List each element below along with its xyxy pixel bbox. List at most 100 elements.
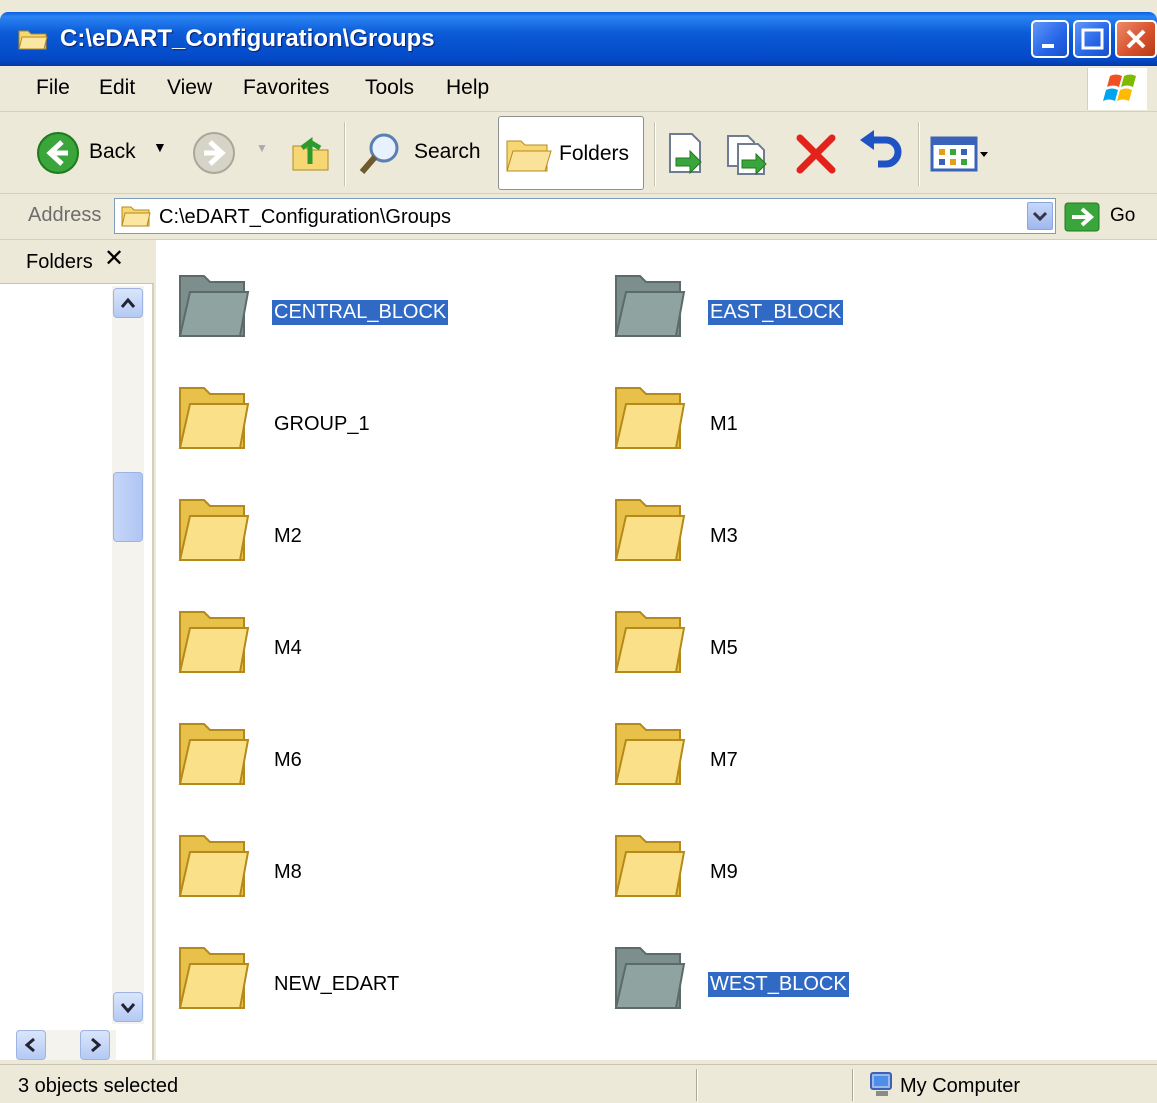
- up-folder-icon[interactable]: [290, 130, 332, 178]
- window-title: C:\eDART_Configuration\Groups: [60, 25, 435, 52]
- toolbar: Back ▼ ▼ Search Folders: [0, 112, 1157, 194]
- toolbar-separator: [344, 122, 346, 186]
- status-divider: [696, 1069, 698, 1101]
- folders-icon: [505, 133, 553, 179]
- folder-label: M2: [274, 525, 302, 547]
- search-icon[interactable]: [356, 128, 406, 182]
- folder-icon: [612, 490, 688, 570]
- title-bar[interactable]: C:\eDART_Configuration\Groups: [0, 12, 1157, 66]
- maximize-button[interactable]: [1073, 20, 1111, 58]
- my-computer-icon: [868, 1071, 896, 1103]
- address-dropdown-button[interactable]: [1027, 202, 1053, 230]
- folder-label: EAST_BLOCK: [708, 300, 844, 325]
- menu-favorites[interactable]: Favorites: [243, 76, 329, 100]
- menu-tools[interactable]: Tools: [365, 76, 414, 100]
- folder-icon: [176, 378, 252, 458]
- scroll-left-button[interactable]: [16, 1030, 46, 1060]
- delete-icon[interactable]: [794, 132, 838, 180]
- scroll-thumb[interactable]: [113, 472, 143, 542]
- folder-item[interactable]: GROUP_1: [176, 378, 596, 468]
- status-bar: 3 objects selected My Computer: [0, 1064, 1157, 1103]
- status-zone-text: My Computer: [900, 1075, 1021, 1097]
- folder-label: NEW_EDART: [274, 973, 400, 995]
- folders-pane: Folders ✕: [0, 240, 154, 1060]
- folder-icon: [612, 602, 688, 682]
- explorer-window: C:\eDART_Configuration\Groups File Edit …: [0, 0, 1157, 1103]
- status-selection-text: 3 objects selected: [18, 1075, 179, 1097]
- back-arrow-icon[interactable]: [36, 131, 80, 179]
- folder-label: M9: [710, 861, 738, 883]
- move-to-icon[interactable]: [664, 130, 710, 180]
- menu-view[interactable]: View: [167, 76, 212, 100]
- folder-item[interactable]: M4: [176, 602, 596, 692]
- folder-icon: [176, 266, 252, 346]
- menu-bar: File Edit View Favorites Tools Help: [0, 66, 1157, 112]
- go-button[interactable]: Go: [1110, 205, 1135, 227]
- views-icon[interactable]: [930, 134, 990, 178]
- menu-help[interactable]: Help: [446, 76, 489, 100]
- folder-label: GROUP_1: [274, 413, 370, 435]
- folder-icon: [176, 938, 252, 1018]
- folder-icon: [612, 826, 688, 906]
- folder-icon: [612, 938, 688, 1018]
- folders-toggle-button[interactable]: Folders: [498, 116, 644, 190]
- status-divider: [852, 1069, 854, 1101]
- undo-icon[interactable]: [856, 130, 904, 180]
- folder-label: M7: [710, 749, 738, 771]
- folder-item[interactable]: NEW_EDART: [176, 938, 596, 1028]
- folder-item[interactable]: M7: [612, 714, 1032, 804]
- forward-dropdown-icon[interactable]: ▼: [256, 141, 268, 155]
- folder-icon: [176, 714, 252, 794]
- toolbar-separator: [918, 122, 920, 186]
- folder-icon: [612, 378, 688, 458]
- folder-item[interactable]: M2: [176, 490, 596, 580]
- address-bar: Address C:\eDART_Configuration\Groups Go: [0, 194, 1157, 240]
- copy-to-icon[interactable]: [724, 130, 774, 180]
- forward-arrow-icon[interactable]: [192, 131, 236, 179]
- minimize-button[interactable]: [1031, 20, 1069, 58]
- folder-label: M3: [710, 525, 738, 547]
- folders-button-label: Folders: [559, 142, 630, 165]
- folder-window-icon: [18, 27, 48, 51]
- folder-label: M6: [274, 749, 302, 771]
- folder-item[interactable]: M9: [612, 826, 1032, 916]
- folder-contents-view[interactable]: CENTRAL_BLOCK EAST_BLOCK GROUP_1 M1 M2 M3 M4 M5…: [156, 240, 1157, 1060]
- folder-label: M1: [710, 413, 738, 435]
- menu-file[interactable]: File: [36, 76, 70, 100]
- folders-vertical-scrollbar[interactable]: [112, 286, 144, 1024]
- folder-item[interactable]: M8: [176, 826, 596, 916]
- scroll-up-button[interactable]: [113, 288, 143, 318]
- folder-label: M4: [274, 637, 302, 659]
- folder-item[interactable]: M1: [612, 378, 1032, 468]
- folder-item[interactable]: M6: [176, 714, 596, 804]
- folder-icon: [176, 490, 252, 570]
- close-button[interactable]: [1115, 20, 1157, 58]
- folder-icon: [176, 602, 252, 682]
- back-button[interactable]: Back: [89, 140, 136, 164]
- folder-item[interactable]: M3: [612, 490, 1032, 580]
- folders-pane-title: Folders: [26, 251, 93, 273]
- folders-pane-close-icon[interactable]: ✕: [104, 244, 124, 272]
- menu-edit[interactable]: Edit: [99, 76, 135, 100]
- folders-horizontal-scrollbar[interactable]: [16, 1030, 116, 1060]
- folder-icon: [176, 826, 252, 906]
- folder-item[interactable]: WEST_BLOCK: [612, 938, 1032, 1028]
- folder-icon: [612, 266, 688, 346]
- address-label: Address: [28, 204, 102, 226]
- folder-label: CENTRAL_BLOCK: [272, 300, 449, 325]
- scroll-down-button[interactable]: [113, 992, 143, 1022]
- address-input[interactable]: C:\eDART_Configuration\Groups: [114, 198, 1056, 234]
- folder-label: WEST_BLOCK: [708, 972, 849, 997]
- folder-item[interactable]: M5: [612, 602, 1032, 692]
- scroll-right-button[interactable]: [80, 1030, 110, 1060]
- search-button[interactable]: Search: [414, 140, 481, 164]
- folder-small-icon: [121, 204, 151, 232]
- folder-icon: [612, 714, 688, 794]
- folder-item[interactable]: CENTRAL_BLOCK: [176, 266, 596, 356]
- go-arrow-icon[interactable]: [1064, 202, 1100, 236]
- address-value: C:\eDART_Configuration\Groups: [159, 206, 451, 228]
- back-dropdown-icon[interactable]: ▼: [153, 139, 167, 155]
- folder-item[interactable]: EAST_BLOCK: [612, 266, 1032, 356]
- toolbar-separator: [654, 122, 656, 186]
- folder-label: M8: [274, 861, 302, 883]
